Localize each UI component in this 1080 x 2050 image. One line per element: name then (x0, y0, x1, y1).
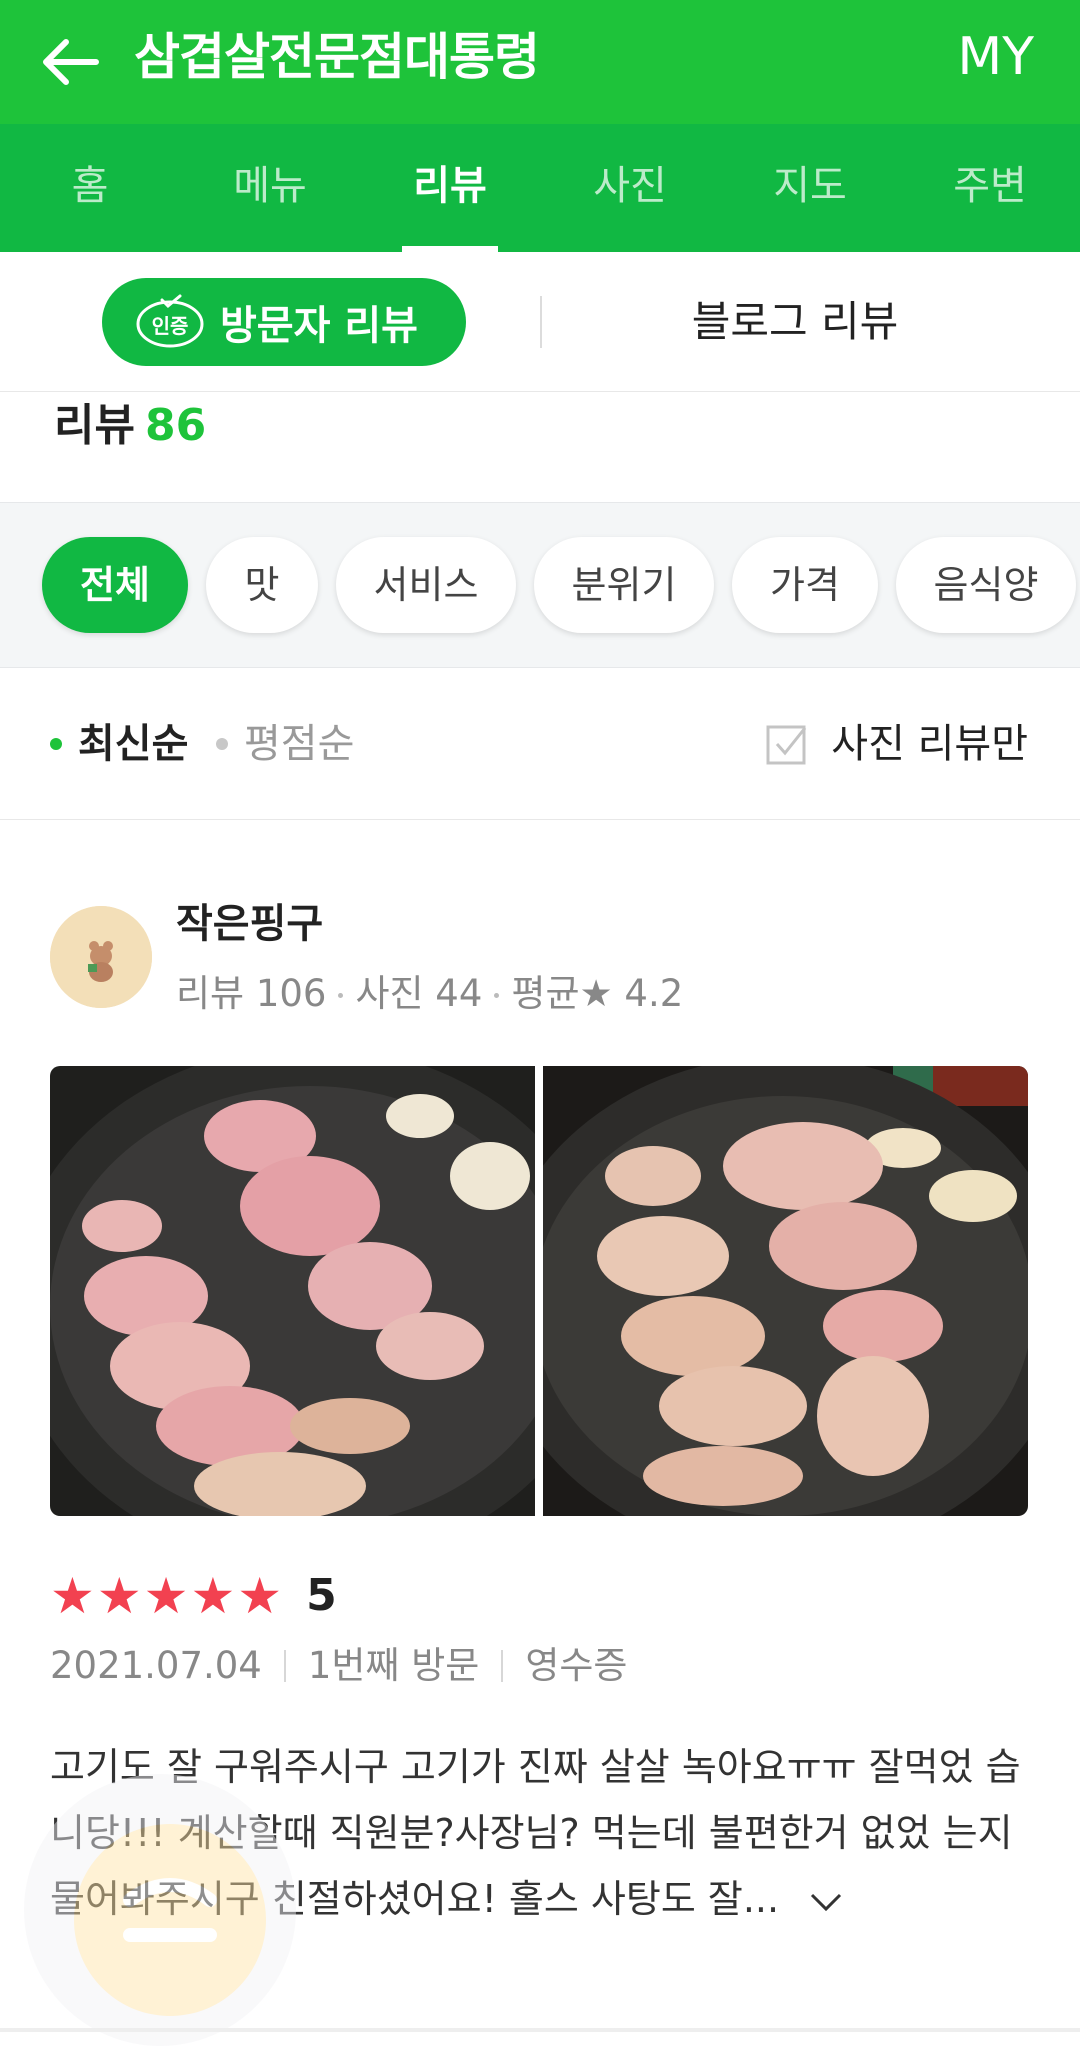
filter-chip-mood[interactable]: 분위기 (534, 537, 714, 633)
checkbox-icon[interactable] (765, 722, 809, 766)
review-photo-1[interactable] (50, 1066, 535, 1516)
sort-latest[interactable]: 최신순 (50, 716, 188, 772)
cert-badge-text: 인증 (152, 314, 189, 338)
review-text: 고기도 잘 구워주시구 고기가 진짜 살살 녹아요ㅠㅠ 잘먹었 습니당!!! 계… (50, 1745, 1021, 1921)
review-heading-label: 리뷰 (54, 400, 135, 451)
divider (540, 296, 542, 348)
review-meta: 2021.07.04 1번째 방문 영수증 (50, 1638, 627, 1694)
reviewer-average: 평균★ 4.2 (511, 972, 684, 1015)
tab-review[interactable]: 리뷰 (360, 124, 540, 252)
active-dot-icon (50, 738, 62, 750)
visit-count: 1번째 방문 (307, 1644, 480, 1687)
separator-dot (494, 993, 500, 998)
tab-nearby[interactable]: 주변 (900, 124, 1080, 252)
tab-map[interactable]: 지도 (720, 124, 900, 252)
sort-latest-label: 최신순 (78, 721, 189, 767)
tab-home[interactable]: 홈 (0, 124, 180, 252)
tab-photo[interactable]: 사진 (540, 124, 720, 252)
review-photo-2[interactable] (543, 1066, 1028, 1516)
visitor-review-label: 방문자 리뷰 (220, 303, 418, 349)
filter-chips: 전체 맛 서비스 분위기 가격 음식양 (0, 502, 1080, 668)
receipt-badge: 영수증 (525, 1644, 628, 1687)
review-count: 86 (144, 400, 207, 451)
tab-menu[interactable]: 메뉴 (180, 124, 360, 252)
section-divider (0, 2028, 1080, 2032)
certified-badge-icon: 인증 (136, 294, 204, 348)
blog-review-button[interactable]: 블로그 리뷰 (560, 278, 1030, 366)
reviewer-name[interactable]: 작은핑구 (176, 896, 323, 952)
bear-avatar-icon (50, 906, 152, 1008)
filter-chip-taste[interactable]: 맛 (206, 537, 318, 633)
review-photos (50, 1066, 1028, 1516)
reviewer-photo-count: 사진 44 (355, 972, 483, 1015)
divider (501, 1650, 504, 1682)
sort-rating[interactable]: 평점순 (216, 716, 354, 772)
filter-chip-portion[interactable]: 음식양 (896, 537, 1076, 633)
filter-chip-all[interactable]: 전체 (42, 537, 188, 633)
separator-dot (338, 993, 344, 998)
app-header: 삼겹살전문점대통령 MY (0, 0, 1080, 124)
inactive-dot-icon (216, 738, 228, 750)
star-rating-icons: ★★★★★ (50, 1567, 285, 1625)
photo-review-only-toggle[interactable]: 사진 리뷰만 (765, 714, 1028, 774)
avatar[interactable] (50, 906, 152, 1008)
main-tabs: 홈 메뉴 리뷰 사진 지도 주변 (0, 124, 1080, 252)
review-body[interactable]: 고기도 잘 구워주시구 고기가 진짜 살살 녹아요ㅠㅠ 잘먹었 습니당!!! 계… (50, 1734, 1040, 1932)
review-type-switch: 인증 방문자 리뷰 블로그 리뷰 (0, 252, 1080, 392)
review-rating: ★★★★★ 5 (50, 1566, 337, 1626)
sort-rating-label: 평점순 (244, 721, 355, 767)
rating-score: 5 (306, 1570, 337, 1621)
page-title: 삼겹살전문점대통령 (134, 28, 540, 86)
review-count-heading: 리뷰 86 (54, 396, 206, 456)
review-date: 2021.07.04 (50, 1644, 262, 1687)
reviewer-review-count: 리뷰 106 (176, 972, 327, 1015)
my-button[interactable]: MY (957, 22, 1034, 92)
back-arrow-icon[interactable] (38, 30, 102, 94)
visitor-review-button[interactable]: 인증 방문자 리뷰 (102, 278, 466, 366)
sort-bar: 최신순 평점순 사진 리뷰만 (0, 668, 1080, 820)
chevron-down-icon[interactable] (809, 1891, 843, 1913)
filter-chip-price[interactable]: 가격 (732, 537, 878, 633)
filter-chip-service[interactable]: 서비스 (336, 537, 516, 633)
divider (283, 1650, 286, 1682)
reviewer-stats: 리뷰 106 사진 44 평균★ 4.2 (176, 966, 683, 1022)
photo-review-only-label: 사진 리뷰만 (831, 721, 1028, 767)
